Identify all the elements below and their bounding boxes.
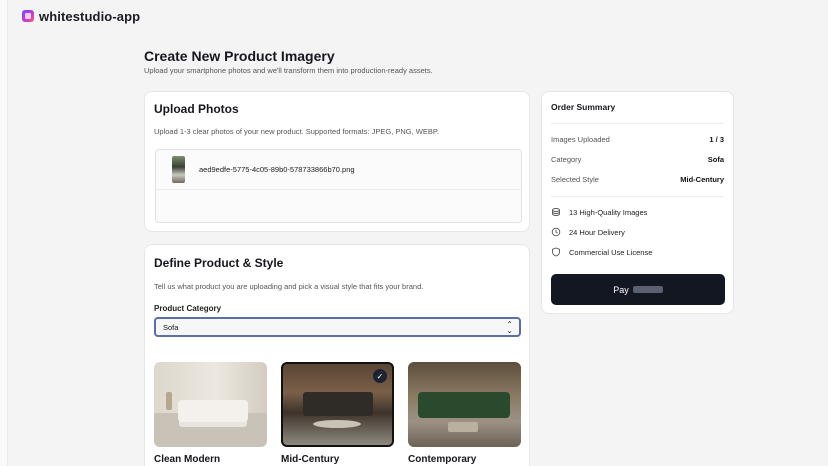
- app-name: whitestudio-app: [39, 8, 141, 24]
- summary-value: Mid-Century: [680, 175, 724, 184]
- feature-images: 13 High-Quality Images: [551, 207, 647, 217]
- define-product-title: Define Product & Style: [154, 256, 284, 270]
- define-product-card: Define Product & Style Tell us what prod…: [144, 244, 530, 466]
- clock-icon: [551, 227, 561, 237]
- left-edge-strip: [0, 0, 8, 466]
- product-category-select[interactable]: Sofa ⌃ ⌄: [154, 317, 521, 337]
- app-logo-icon: [22, 10, 34, 22]
- product-category-label: Product Category: [154, 304, 222, 313]
- style-label-clean-modern: Clean Modern: [154, 454, 221, 465]
- sofa-shape: [418, 392, 510, 418]
- chevron-updown-icon: ⌃ ⌄: [506, 320, 513, 335]
- feature-text: 24 Hour Delivery: [569, 227, 625, 237]
- shield-icon: [552, 247, 560, 257]
- pay-amount-redacted: [632, 286, 663, 293]
- divider: [551, 196, 724, 197]
- summary-key: Selected Style: [551, 175, 599, 184]
- feature-text: Commercial Use License: [569, 247, 653, 257]
- feature-license: Commercial Use License: [551, 247, 652, 257]
- sofa-shape: [178, 400, 248, 422]
- summary-row-category: Category Sofa: [551, 155, 724, 164]
- divider: [551, 123, 724, 124]
- summary-row-images: Images Uploaded 1 / 3: [551, 135, 724, 144]
- page-subtitle: Upload your smartphone photos and we'll …: [144, 66, 433, 75]
- pay-button[interactable]: Pay: [551, 274, 725, 305]
- order-summary-card: Order Summary Images Uploaded 1 / 3 Cate…: [541, 91, 734, 314]
- uploaded-file-item[interactable]: aed9edfe-5775-4c05-89b0-578733866b70.png: [156, 150, 521, 190]
- summary-key: Category: [551, 155, 582, 164]
- upload-photos-card: Upload Photos Upload 1-3 clear photos of…: [144, 91, 530, 232]
- order-summary-title: Order Summary: [551, 102, 616, 112]
- summary-value: 1 / 3: [709, 135, 724, 144]
- pay-label: Pay: [613, 284, 629, 295]
- style-card-contemporary[interactable]: [408, 362, 521, 447]
- file-name: aed9edfe-5775-4c05-89b0-578733866b70.png: [199, 165, 355, 174]
- style-card-mid-century[interactable]: ✓: [281, 362, 394, 447]
- table-shape: [313, 420, 361, 428]
- product-category-value: Sofa: [163, 322, 179, 332]
- feature-text: 13 High-Quality Images: [569, 207, 648, 217]
- summary-value: Sofa: [707, 155, 724, 164]
- feature-delivery: 24 Hour Delivery: [551, 227, 625, 237]
- upload-description: Upload 1-3 clear photos of your new prod…: [154, 127, 439, 136]
- style-card-clean-modern[interactable]: [154, 362, 267, 447]
- define-description: Tell us what product you are uploading a…: [154, 282, 424, 291]
- app-header[interactable]: whitestudio-app: [22, 8, 140, 24]
- style-label-contemporary: Contemporary: [408, 454, 477, 465]
- sofa-shape: [303, 392, 373, 416]
- summary-row-style: Selected Style Mid-Century: [551, 175, 724, 184]
- selected-check-icon: ✓: [373, 369, 387, 383]
- stack-icon: [552, 208, 560, 216]
- lamp-shape: [166, 392, 172, 410]
- page-title: Create New Product Imagery: [144, 48, 335, 64]
- upload-photos-title: Upload Photos: [154, 102, 239, 116]
- style-label-mid-century: Mid-Century: [281, 454, 340, 465]
- summary-key: Images Uploaded: [551, 135, 610, 144]
- file-thumbnail: [172, 156, 185, 183]
- table-shape: [448, 422, 478, 432]
- upload-dropzone[interactable]: aed9edfe-5775-4c05-89b0-578733866b70.png: [155, 149, 522, 223]
